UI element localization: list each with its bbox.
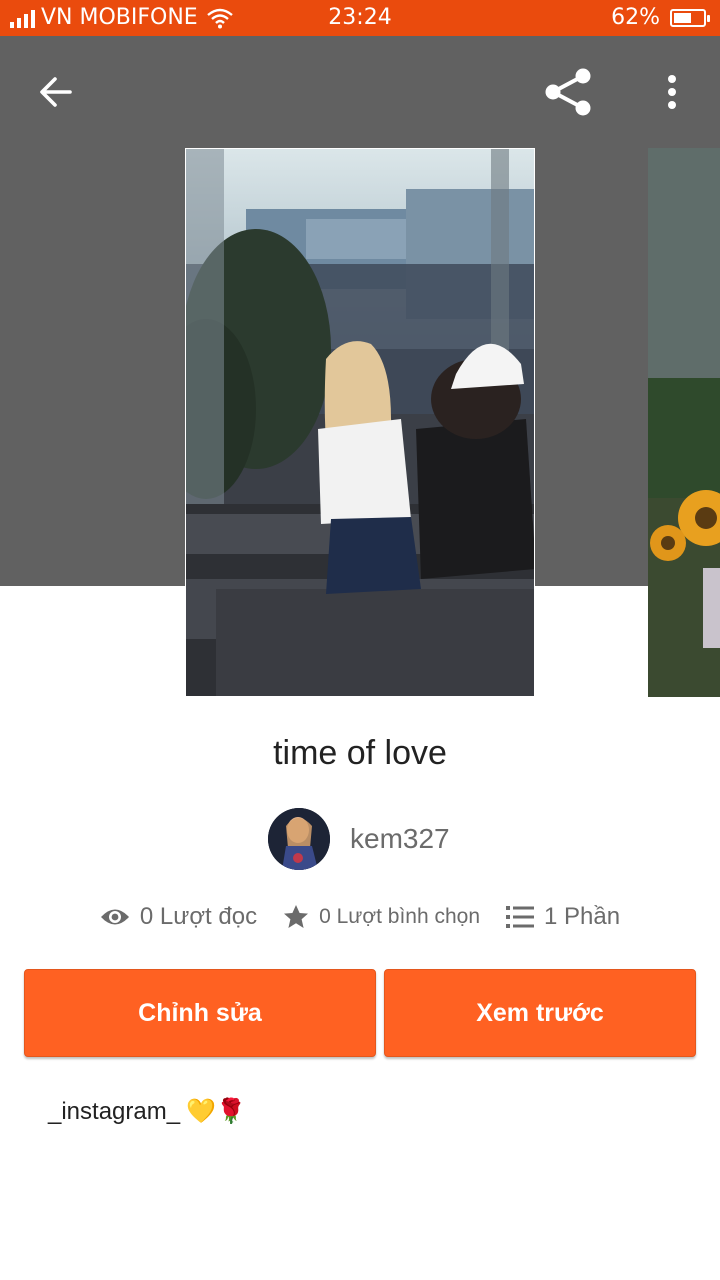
description-text: _instagram_ xyxy=(48,1097,181,1125)
votes-stat: 0 Lượt bình chọn xyxy=(283,903,480,931)
story-stats: 0 Lượt đọc 0 Lượt bình chọn 1 Phần xyxy=(0,903,720,931)
preview-button[interactable]: Xem trước xyxy=(384,969,696,1057)
next-cover-image xyxy=(648,148,720,697)
story-description: _instagram_ 💛🌹 xyxy=(48,1097,246,1126)
next-story-cover[interactable] xyxy=(648,148,720,697)
share-button[interactable] xyxy=(534,56,602,128)
edit-button[interactable]: Chỉnh sửa xyxy=(24,969,376,1057)
arrow-left-icon xyxy=(40,77,72,107)
status-bar: VN MOBIFONE 23:24 62% xyxy=(0,0,720,36)
author-avatar[interactable] xyxy=(268,808,330,870)
back-button[interactable] xyxy=(24,56,88,128)
star-icon xyxy=(284,905,309,928)
story-title: time of love xyxy=(273,734,447,772)
author-name[interactable]: kem327 xyxy=(350,823,450,855)
cover-image xyxy=(186,149,534,696)
description-emoji: 💛🌹 xyxy=(186,1098,246,1125)
story-cover[interactable] xyxy=(185,148,535,697)
eye-icon xyxy=(100,909,129,925)
reads-stat: 0 Lượt đọc xyxy=(100,903,257,931)
battery-fill xyxy=(674,12,692,23)
avatar-image xyxy=(268,808,330,870)
reads-count: 0 Lượt đọc xyxy=(139,903,258,930)
battery-percent: 62% xyxy=(611,5,660,30)
parts-count: 1 Phần xyxy=(544,903,621,930)
list-icon xyxy=(506,906,535,928)
author-link[interactable]: kem327 xyxy=(268,808,450,870)
votes-count: 0 Lượt bình chọn xyxy=(319,905,481,928)
more-vertical-icon xyxy=(668,75,676,109)
battery-icon xyxy=(670,8,710,27)
parts-stat: 1 Phần xyxy=(506,903,620,931)
more-options-button[interactable] xyxy=(644,56,700,128)
share-icon xyxy=(545,68,591,116)
